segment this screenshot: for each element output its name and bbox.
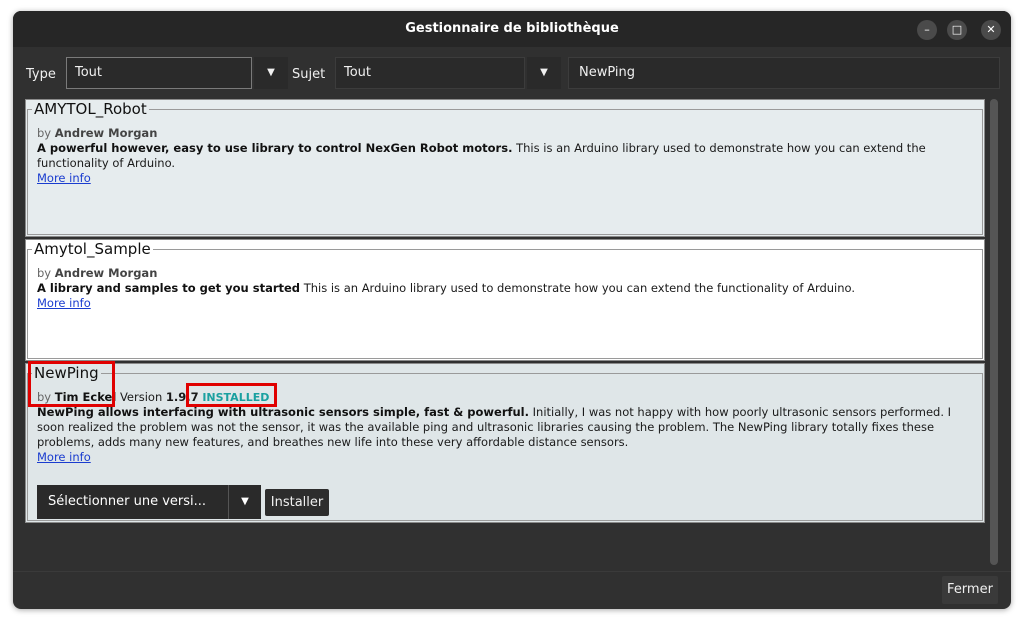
library-card-amytol-sample[interactable]: Amytol_Sample by Andrew Morgan A library… [25, 239, 985, 361]
library-summary: A powerful however, easy to use library … [37, 141, 513, 155]
search-input-value: NewPing [579, 65, 636, 80]
subject-select[interactable]: Tout [335, 57, 525, 89]
vertical-scrollbar[interactable] [990, 99, 998, 565]
window-title: Gestionnaire de bibliothèque [405, 21, 619, 36]
type-select[interactable]: Tout [66, 57, 252, 89]
minimize-icon[interactable]: – [917, 20, 937, 40]
library-body: by Andrew Morgan A powerful however, eas… [37, 126, 970, 186]
by-label: by [37, 266, 52, 280]
type-select-value: Tout [75, 65, 103, 80]
by-label: by [37, 126, 52, 140]
more-info-link[interactable]: More info [37, 296, 91, 310]
subject-select-value: Tout [344, 65, 372, 80]
more-info-link[interactable]: More info [37, 171, 91, 185]
chevron-down-icon[interactable]: ▼ [228, 485, 261, 519]
footer-divider [13, 571, 1011, 572]
filter-bar: Type Tout ▼ Sujet Tout ▼ NewPing [13, 57, 1011, 91]
library-card-newping[interactable]: NewPing by Tim Eckel Version 1.9.7 INSTA… [25, 363, 985, 523]
subject-dropdown-icon[interactable]: ▼ [527, 57, 561, 89]
library-summary: NewPing allows interfacing with ultrason… [37, 405, 529, 419]
library-author: Andrew Morgan [54, 266, 158, 280]
more-info-link[interactable]: More info [37, 450, 91, 464]
library-list[interactable]: AMYTOL_Robot by Andrew Morgan A powerful… [25, 99, 987, 569]
search-input[interactable]: NewPing [568, 57, 1000, 89]
library-name: Amytol_Sample [32, 240, 153, 258]
highlight-name-annotation [28, 361, 115, 407]
close-button[interactable]: Fermer [942, 576, 998, 604]
library-card-amytol-robot[interactable]: AMYTOL_Robot by Andrew Morgan A powerful… [25, 99, 985, 237]
library-description: This is an Arduino library used to demon… [300, 281, 856, 295]
close-icon[interactable]: ✕ [981, 20, 1001, 40]
library-summary: A library and samples to get you started [37, 281, 301, 295]
maximize-icon[interactable]: □ [947, 20, 967, 40]
library-name: AMYTOL_Robot [32, 100, 149, 118]
library-manager-window: Gestionnaire de bibliothèque – □ ✕ Type … [13, 11, 1011, 609]
library-body: by Tim Eckel Version 1.9.7 INSTALLED New… [37, 390, 970, 465]
version-select-value: Sélectionner une versi... [48, 494, 207, 509]
install-button[interactable]: Installer [265, 489, 329, 516]
library-body: by Andrew Morgan A library and samples t… [37, 266, 970, 311]
title-bar[interactable]: Gestionnaire de bibliothèque – □ ✕ [13, 11, 1011, 47]
highlight-installed-annotation [186, 383, 277, 407]
type-label: Type [26, 67, 56, 82]
type-dropdown-icon[interactable]: ▼ [254, 57, 288, 89]
version-select[interactable]: Sélectionner une versi... ▼ [37, 485, 261, 519]
library-author: Andrew Morgan [54, 126, 158, 140]
version-label: Version [119, 390, 163, 404]
subject-label: Sujet [292, 67, 326, 82]
